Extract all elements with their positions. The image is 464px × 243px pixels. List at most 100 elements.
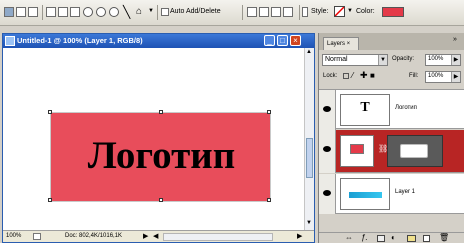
document-icon <box>5 36 15 46</box>
canvas[interactable]: Логотип <box>3 48 304 230</box>
maximize-button[interactable]: □ <box>277 35 288 46</box>
link-icon[interactable]: ⇔ <box>345 233 353 242</box>
opacity-label: Opacity: <box>392 56 415 62</box>
layer-name[interactable]: Layer 1 <box>395 189 415 195</box>
chevron-down-icon[interactable]: ▼ <box>347 8 353 14</box>
logo-shape[interactable]: Логотип <box>48 110 272 202</box>
panel-menu-icon[interactable]: » <box>453 36 457 43</box>
separator <box>299 5 300 20</box>
layer-row-text[interactable]: T Логотип <box>319 89 464 130</box>
scroll-right-icon[interactable]: ▶ <box>297 232 302 240</box>
eye-icon <box>323 146 331 152</box>
adjustment-icon[interactable]: ◐ <box>391 233 396 242</box>
layer-thumbnail: T <box>340 94 390 126</box>
auto-add-delete-checkbox[interactable] <box>161 8 169 16</box>
opacity-value: 100% <box>428 56 444 62</box>
transform-handle[interactable] <box>48 198 52 202</box>
vertical-scrollbar[interactable]: ▲ ▼ <box>304 48 314 230</box>
freeform-pen-icon[interactable] <box>58 7 68 17</box>
style-swatch[interactable] <box>334 6 345 17</box>
line-icon[interactable]: ╲ <box>123 5 130 19</box>
lock-position-icon[interactable]: ✚ <box>360 70 368 81</box>
fill-value: 100% <box>428 73 444 79</box>
fill-pixels-icon[interactable] <box>28 7 38 17</box>
visibility-toggle[interactable] <box>319 90 336 130</box>
layers-footer: ⇔ ƒ. ◐ 🗑 <box>319 232 464 243</box>
trash-icon[interactable]: 🗑 <box>439 233 449 242</box>
ellipse-icon[interactable] <box>96 7 106 17</box>
tab-layers-label: Layers × <box>327 41 351 47</box>
rounded-rectangle-icon[interactable] <box>83 7 93 17</box>
eye-icon <box>323 106 331 112</box>
layer-thumb-content <box>349 192 382 198</box>
transform-handle[interactable] <box>267 110 271 114</box>
blend-mode-select[interactable]: Normal ▼ <box>322 54 388 66</box>
path-combine-icon[interactable] <box>247 7 257 17</box>
transform-handle[interactable] <box>159 110 163 114</box>
doc-size-info: Doc: 802,4K/1016,1K <box>65 233 123 239</box>
layer-row-shape[interactable]: ⛓ <box>319 130 464 173</box>
lock-pixels-icon[interactable]: ⁄ <box>352 71 353 80</box>
zoom-level[interactable]: 100% <box>6 233 21 239</box>
document-title-bar[interactable]: Untitled-1 @ 100% (Layer 1, RGB/8) _ □ × <box>3 34 314 48</box>
layer-row-raster[interactable]: Layer 1 <box>319 174 464 214</box>
scroll-up-icon[interactable]: ▲ <box>306 49 312 55</box>
layer-name[interactable]: Логотип <box>395 105 417 111</box>
opacity-field[interactable]: 100% ▶ <box>425 54 461 66</box>
shape-layers-icon[interactable] <box>4 7 14 17</box>
visibility-toggle[interactable] <box>319 130 336 173</box>
layer-thumbnail <box>340 135 374 167</box>
link-style-icon[interactable] <box>302 7 308 17</box>
fx-icon[interactable]: ƒ. <box>361 233 368 242</box>
fill-label: Fill: <box>409 73 419 79</box>
separator <box>157 5 158 20</box>
shape-pen-icon[interactable] <box>46 7 56 17</box>
visibility-toggle[interactable] <box>319 174 336 214</box>
rectangle-icon[interactable] <box>70 7 80 17</box>
color-swatch[interactable] <box>382 7 404 17</box>
logo-text[interactable]: Логотип <box>51 133 272 179</box>
layer-thumbnail <box>340 178 390 210</box>
options-bar: ╲ ⌂ ▼ Auto Add/Delete Style: ▼ Color: <box>0 0 464 26</box>
mask-icon[interactable] <box>377 235 385 242</box>
vector-mask-thumbnail[interactable] <box>387 135 443 167</box>
scroll-left-icon[interactable]: ◀ <box>153 232 158 240</box>
separator <box>42 5 43 20</box>
layers-panel: Layers × » Normal ▼ Opacity: 100% ▶ Lock… <box>318 33 464 243</box>
lock-label: Lock: <box>323 73 338 79</box>
folder-icon[interactable] <box>407 235 416 242</box>
lock-all-icon[interactable]: ■ <box>370 71 375 80</box>
tab-layers[interactable]: Layers × <box>323 37 359 50</box>
transform-handle[interactable] <box>267 198 271 202</box>
scroll-thumb[interactable] <box>306 138 313 178</box>
paths-icon[interactable] <box>16 7 26 17</box>
transform-handle[interactable] <box>48 110 52 114</box>
lock-transparency-icon[interactable] <box>343 73 349 79</box>
close-button[interactable]: × <box>290 35 301 46</box>
document-window: Untitled-1 @ 100% (Layer 1, RGB/8) _ □ ×… <box>2 33 315 243</box>
scroll-down-icon[interactable]: ▼ <box>306 220 312 226</box>
fill-field[interactable]: 100% ▶ <box>425 71 461 83</box>
minimize-button[interactable]: _ <box>264 35 275 46</box>
chevron-down-icon[interactable]: ▼ <box>378 55 387 65</box>
transform-handle[interactable] <box>159 198 163 202</box>
chevron-down-icon[interactable]: ▼ <box>148 8 154 14</box>
status-menu-arrow-icon[interactable]: ▶ <box>143 232 148 240</box>
vector-mask-shape <box>400 144 428 158</box>
style-label: Style: <box>311 8 329 15</box>
auto-add-delete-label: Auto Add/Delete <box>170 8 221 15</box>
shape-thumb-fill <box>350 144 364 154</box>
path-subtract-icon[interactable] <box>259 7 269 17</box>
chevron-right-icon[interactable]: ▶ <box>451 55 460 65</box>
new-layer-icon[interactable] <box>423 235 430 242</box>
custom-shape-icon[interactable]: ⌂ <box>136 6 142 17</box>
status-icon[interactable] <box>33 233 41 240</box>
layers-tab-bar: Layers × » <box>319 33 464 50</box>
polygon-icon[interactable] <box>109 7 119 17</box>
horizontal-scrollbar[interactable] <box>163 233 273 241</box>
chevron-right-icon[interactable]: ▶ <box>451 72 460 82</box>
eye-icon <box>323 190 331 196</box>
path-intersect-icon[interactable] <box>271 7 281 17</box>
path-exclude-icon[interactable] <box>283 7 293 17</box>
text-layer-glyph: T <box>360 100 370 115</box>
